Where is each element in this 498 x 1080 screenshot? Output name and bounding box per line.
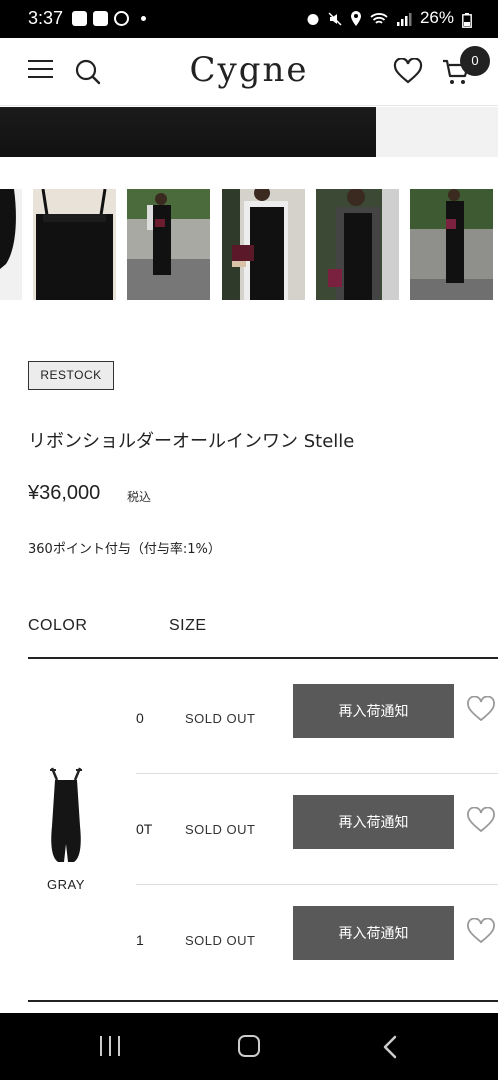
back-icon[interactable] [382,1035,398,1059]
variant-color-name: GRAY [47,877,85,892]
status-bar: 3:37 26% [0,0,498,38]
battery-percent: 26% [419,8,454,27]
recent-apps-icon[interactable] [100,1036,122,1056]
product-title: リボンショルダーオールインワン Stelle [28,431,355,452]
wifi-icon [370,12,388,24]
status-right-icons [306,11,412,26]
stock-status: SOLD OUT [185,933,256,948]
site-header: Cygne [0,38,498,106]
size-label: 1 [136,932,144,948]
thumbnail-image[interactable] [222,189,305,300]
thumbnail-strip [0,189,498,300]
restock-notify-button[interactable]: 再入荷通知 [293,795,454,849]
favorite-heart-icon[interactable] [466,918,496,944]
info-icon [114,11,129,26]
wishlist-heart-icon[interactable] [393,58,423,84]
row-divider [136,884,498,885]
thumbnail-image[interactable] [0,189,22,300]
mute-icon [328,11,342,26]
status-time: 3:37 [28,8,64,28]
table-bottom-divider [28,1000,498,1002]
signal-icon [397,12,412,26]
shield-icon [93,11,108,26]
gallery-icon [72,11,87,26]
size-column-header: SIZE [169,617,207,634]
table-top-divider [28,657,498,659]
points-info: 360ポイント付与（付与率:1%） [28,542,221,557]
dot-icon [141,16,146,21]
restock-notify-button[interactable]: 再入荷通知 [293,684,454,738]
brand-logo[interactable]: Cygne [0,50,498,90]
thumbnail-image[interactable] [316,189,399,300]
system-nav-bar [0,1013,498,1080]
row-divider [136,773,498,774]
home-icon[interactable] [238,1035,260,1057]
color-column-header: COLOR [28,617,88,634]
favorite-heart-icon[interactable] [466,696,496,722]
size-label: 0T [136,821,153,837]
alarm-icon [307,13,319,25]
main-product-image[interactable] [0,107,498,157]
status-left-icons [72,11,146,26]
thumbnail-image[interactable] [127,189,210,300]
location-icon [351,11,361,26]
product-price: ¥36,000 [28,482,101,504]
stock-status: SOLD OUT [185,822,256,837]
size-label: 0 [136,710,144,726]
restock-notify-button[interactable]: 再入荷通知 [293,906,454,960]
favorite-heart-icon[interactable] [466,807,496,833]
thumbnail-image[interactable] [410,189,493,300]
variant-color-image [50,767,82,862]
restock-badge: RESTOCK [28,361,114,390]
battery-icon [462,13,472,28]
tax-label: 税込 [127,490,152,504]
thumbnail-image[interactable] [33,189,116,300]
cart-count-badge[interactable]: 0 [460,46,490,76]
stock-status: SOLD OUT [185,711,256,726]
